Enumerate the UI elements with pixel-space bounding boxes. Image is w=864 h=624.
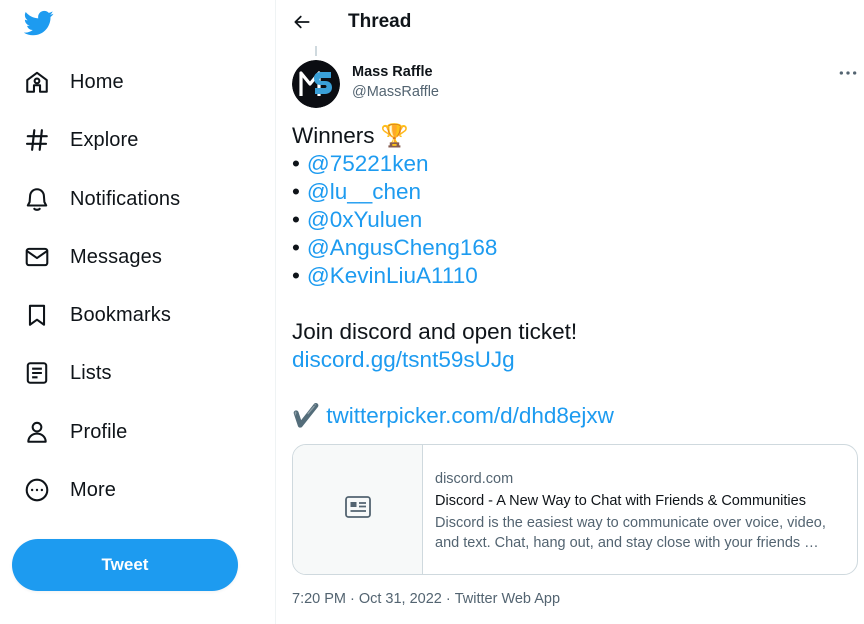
winner-mention-link[interactable]: @75221ken xyxy=(307,151,429,176)
more-circle-icon xyxy=(22,475,52,505)
tweet-source: Twitter Web App xyxy=(454,591,561,607)
link-preview-card[interactable]: discord.com Discord - A New Way to Chat … xyxy=(292,444,858,575)
sidebar-item-home[interactable]: Home xyxy=(22,62,124,102)
bookmark-icon xyxy=(22,300,52,330)
tweet-metadata: 7:20 PM · Oct 31, 2022 · Twitter Web App xyxy=(292,591,560,607)
person-icon xyxy=(22,417,52,447)
sidebar-item-label: More xyxy=(70,478,116,501)
tweet-text: Winners 🏆 • @75221ken • @lu__chen • @0xYulu… xyxy=(292,122,852,430)
winner-line: • @75221ken xyxy=(292,150,852,178)
sidebar-item-label: Profile xyxy=(70,420,128,443)
join-text: Join discord and open ticket! xyxy=(292,319,578,344)
home-icon xyxy=(22,67,52,97)
article-icon xyxy=(344,495,372,524)
twitterpicker-link[interactable]: twitterpicker.com/d/dhd8ejxw xyxy=(326,403,614,428)
check-mark-icon: ✔️ xyxy=(292,403,321,428)
list-icon xyxy=(22,358,52,388)
card-body: discord.com Discord - A New Way to Chat … xyxy=(435,469,849,553)
bullet: • xyxy=(292,263,300,288)
bullet: • xyxy=(292,179,300,204)
more-options-icon[interactable] xyxy=(836,64,860,82)
bullet: • xyxy=(292,151,300,176)
card-description: Discord is the easiest way to communicat… xyxy=(435,515,826,551)
sidebar-item-label: Explore xyxy=(70,128,139,151)
winner-line: • @KevinLiuA1110 xyxy=(292,262,852,290)
sidebar-item-lists[interactable]: Lists xyxy=(22,353,112,393)
page-title: Thread xyxy=(348,11,412,32)
sidebar-item-profile[interactable]: Profile xyxy=(22,412,127,452)
trophy-icon: 🏆 xyxy=(380,123,409,148)
sidebar-item-label: Messages xyxy=(70,245,162,268)
tweet-heading: Winners xyxy=(292,123,375,148)
tweet-button[interactable]: Tweet xyxy=(12,539,238,591)
winner-mention-link[interactable]: @KevinLiuA1110 xyxy=(307,263,478,288)
mail-icon xyxy=(22,242,52,272)
sidebar-item-label: Bookmarks xyxy=(70,303,171,326)
winner-line: • @lu__chen xyxy=(292,178,852,206)
sidebar-item-label: Home xyxy=(70,70,124,93)
bullet: • xyxy=(292,235,300,260)
tweet-date[interactable]: Oct 31, 2022 xyxy=(359,591,442,607)
sidebar-item-label: Notifications xyxy=(70,187,181,210)
thread-connector-line xyxy=(315,46,317,56)
avatar[interactable] xyxy=(292,60,340,108)
tweet-heading-line: Winners 🏆 xyxy=(292,122,852,150)
sidebar-item-more[interactable]: More xyxy=(22,470,116,510)
author-handle[interactable]: @MassRaffle xyxy=(352,84,439,100)
twitter-bird-icon[interactable] xyxy=(23,8,54,38)
bullet: • xyxy=(292,207,300,232)
sidebar-item-bookmarks[interactable]: Bookmarks xyxy=(22,295,171,335)
separator: · xyxy=(350,591,355,607)
back-arrow-icon[interactable] xyxy=(290,10,314,34)
hashtag-icon xyxy=(22,125,52,155)
separator: · xyxy=(445,591,451,607)
sidebar-item-notifications[interactable]: Notifications xyxy=(22,179,180,219)
picker-line: ✔️ twitterpicker.com/d/dhd8ejxw xyxy=(292,402,852,430)
winner-mention-link[interactable]: @AngusCheng168 xyxy=(307,235,497,260)
winner-line: • @AngusCheng168 xyxy=(292,234,852,262)
card-title: Discord - A New Way to Chat with Friends… xyxy=(435,493,806,509)
thread-header: Thread xyxy=(276,0,864,44)
thread-column: Thread Mass Raffle @MassRaffle Winners 🏆… xyxy=(276,0,864,624)
sidebar: Home Explore Notifications Messages Book… xyxy=(0,0,276,624)
sidebar-item-explore[interactable]: Explore xyxy=(22,120,139,160)
bell-icon xyxy=(22,184,52,214)
card-thumbnail xyxy=(293,445,423,574)
discord-invite-link[interactable]: discord.gg/tsnt59sUJg xyxy=(292,347,515,372)
author-name[interactable]: Mass Raffle xyxy=(352,64,433,80)
card-domain: discord.com xyxy=(435,471,514,487)
sidebar-item-label: Lists xyxy=(70,361,112,384)
winner-line: • @0xYuluen xyxy=(292,206,852,234)
winner-mention-link[interactable]: @0xYuluen xyxy=(307,207,422,232)
winner-mention-link[interactable]: @lu__chen xyxy=(307,179,421,204)
tweet-time[interactable]: 7:20 PM xyxy=(292,591,346,607)
sidebar-item-messages[interactable]: Messages xyxy=(22,237,162,277)
